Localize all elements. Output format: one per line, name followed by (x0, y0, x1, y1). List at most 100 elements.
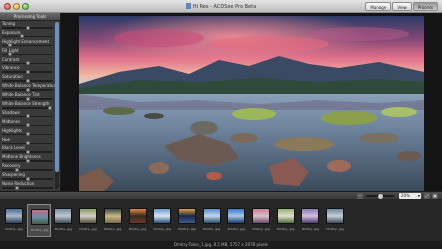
tool-slider[interactable] (2, 69, 53, 74)
main-photo[interactable] (79, 16, 424, 191)
thumbnail-image (30, 209, 49, 225)
tool-slider-thumb[interactable] (25, 141, 30, 146)
filmstrip-thumbnail[interactable]: Dmitry...jpg (2, 204, 26, 237)
tool-slider-thumb[interactable] (25, 61, 30, 66)
tool-slider-thumb[interactable] (15, 185, 20, 190)
tool-slider[interactable] (2, 176, 53, 181)
filmstrip-thumbnail[interactable]: Dmitry...jpg (26, 204, 51, 237)
filmstrip-thumbnail[interactable]: Dmitry...jpg (175, 204, 199, 237)
tool-slider-thumb[interactable] (25, 25, 30, 30)
tool-slider-thumb[interactable] (7, 43, 12, 48)
thumbnail-caption: Dmitry...jpg (202, 227, 221, 231)
tool-slider-thumb[interactable] (25, 176, 30, 181)
tool-slider[interactable] (2, 105, 53, 110)
tool-slider[interactable] (2, 78, 53, 83)
filmstrip-thumbnail[interactable]: Dmitry...jpg (51, 204, 75, 237)
tool-slider-thumb[interactable] (25, 149, 30, 154)
filmstrip-thumbnail[interactable]: Dmitry...jpg (101, 204, 125, 237)
tool-row: White Balance Tint (0, 92, 60, 101)
manage-mode-button[interactable]: Manage (365, 2, 392, 11)
tool-label: Midtone Brightness (2, 154, 41, 160)
tool-row: Black Level (0, 145, 60, 154)
tool-slider[interactable] (2, 141, 53, 146)
tool-label: Highlights (2, 127, 23, 133)
filmstrip-thumbnail[interactable]: Dmitry...jpg (224, 204, 248, 237)
thumbnail-caption: Dmitry...jpg (277, 227, 295, 231)
tool-slider-thumb[interactable] (25, 87, 30, 92)
tool-label: Tuning (2, 21, 16, 26)
thumbnail-image (5, 208, 23, 224)
filmstrip: Dmitry...jpg Dmitry...jpg Dmitry...jpg Dmit… (0, 199, 442, 241)
tool-label: White Balance Strength (2, 101, 50, 107)
tool-label: Shadows (2, 109, 20, 115)
filmstrip-thumbnail[interactable]: Dmitry...jpg (76, 204, 100, 237)
tool-slider-thumb[interactable] (48, 105, 53, 110)
tool-slider-thumb[interactable] (25, 78, 30, 83)
thumbnail-caption: Dmitry...jpg (128, 227, 147, 231)
tool-slider[interactable] (2, 132, 53, 137)
filmstrip-thumbnail[interactable]: Dmitry...jpg (126, 204, 150, 237)
title-bar: Hi Res - ACDSee Pro Beta Manage View Pro… (0, 0, 442, 13)
thumbnail-image (177, 208, 196, 224)
filmstrip-thumbnail[interactable]: Dmitry...jpg (298, 204, 322, 237)
thumbnail-caption: Dmitry...jpg (104, 227, 122, 231)
view-mode-button[interactable]: View (392, 2, 412, 11)
tool-slider-thumb[interactable] (25, 123, 30, 128)
document-icon (185, 3, 191, 9)
thumbnail-caption: Dmitry...jpg (79, 227, 97, 231)
thumbnail-image (153, 208, 172, 224)
tool-slider[interactable] (2, 123, 53, 128)
thumbnail-image (202, 208, 221, 224)
tool-slider[interactable] (2, 158, 53, 163)
tool-slider[interactable] (2, 87, 53, 92)
filmstrip-thumbnail[interactable]: Dmitry...jpg (323, 204, 347, 237)
filmstrip-thumbnail[interactable]: Dmitry...jpg (274, 204, 298, 237)
tool-row: Vibrance (0, 65, 60, 74)
zoom-slider[interactable] (366, 193, 394, 199)
tool-row: Exposure (0, 30, 60, 39)
tool-slider[interactable] (2, 43, 53, 48)
tool-slider[interactable] (2, 114, 53, 119)
zoom-slider-thumb[interactable] (377, 193, 383, 199)
status-text: Dmitry-Tolan_1.jpg, 8.5 MB, 5757 x 2978 … (174, 242, 268, 247)
tool-slider[interactable] (2, 149, 53, 154)
filmstrip-thumbnail[interactable]: Dmitry...jpg (249, 204, 273, 237)
panel-header: Processing Tools (0, 13, 60, 21)
tool-slider-thumb[interactable] (15, 167, 20, 172)
tool-slider[interactable] (2, 52, 53, 57)
tool-slider[interactable] (2, 25, 53, 30)
tool-row: Sharpening (0, 172, 60, 181)
tool-slider-thumb[interactable] (25, 132, 30, 137)
thumbnail-caption: Dmitry...jpg (326, 227, 344, 231)
panel-scrollbar[interactable] (55, 22, 59, 189)
tool-slider-thumb[interactable] (7, 52, 12, 57)
tool-slider[interactable] (2, 34, 53, 39)
tool-slider-thumb[interactable] (25, 158, 30, 163)
filmstrip-thumbnail[interactable]: Dmitry...jpg (200, 204, 224, 237)
tool-row: Contrast (0, 57, 60, 66)
tool-slider[interactable] (2, 61, 53, 66)
tool-slider[interactable] (2, 96, 53, 101)
thumbnail-image (252, 208, 270, 224)
tool-slider-thumb[interactable] (25, 69, 30, 74)
tool-row: White Balance Strength (0, 101, 60, 110)
tool-label: Sharpening (2, 172, 25, 178)
tool-row: Highlights (0, 128, 60, 137)
tool-slider-thumb[interactable] (25, 114, 30, 119)
tool-label: Hue (2, 136, 11, 142)
tool-slider[interactable] (2, 185, 53, 190)
tool-slider-thumb[interactable] (25, 96, 30, 101)
tool-label: White Balance Tint (2, 92, 40, 98)
tool-row: Fill Light (0, 48, 60, 57)
tool-row: Saturation (0, 74, 60, 83)
thumbnail-caption: Dmitry...jpg (5, 227, 23, 231)
tool-slider-thumb[interactable] (20, 34, 25, 39)
filmstrip-thumbnail[interactable]: Dmitry...jpg (150, 204, 174, 237)
tool-slider[interactable] (2, 167, 53, 172)
panel-scrollbar-thumb[interactable] (55, 22, 59, 172)
tool-row: Noise Reduction (0, 181, 60, 190)
processing-tools-panel: Processing Tools Tuning Exposure Highlight… (0, 13, 61, 191)
tool-row: Highlight Enhancement (0, 39, 60, 48)
process-mode-button[interactable]: Process (412, 2, 438, 11)
thumbnail-image (128, 208, 147, 224)
